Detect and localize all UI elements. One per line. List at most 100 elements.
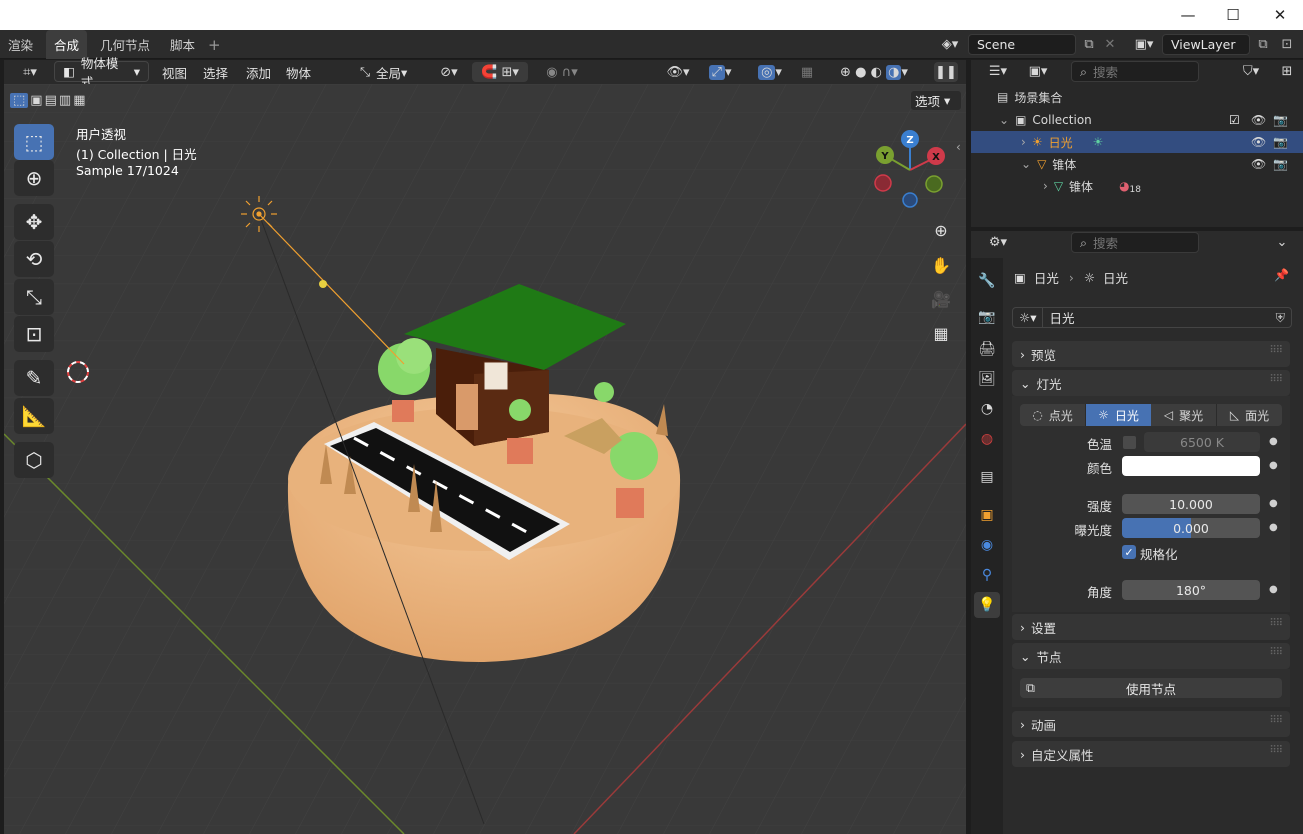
angle-field[interactable]: 180° (1122, 580, 1260, 600)
select-intersect-icon[interactable]: ▦ (73, 93, 85, 108)
panel-light[interactable]: ⌄ 灯光 ⠿⠿ (1012, 370, 1290, 396)
close-button[interactable]: ✕ (1257, 0, 1303, 30)
pan-hand-icon[interactable]: ✋ (926, 250, 956, 280)
proportional-edit-icon[interactable]: ◉ ∩▾ (534, 62, 590, 82)
object-tab-icon[interactable]: ▣ (974, 502, 1000, 528)
tab-scripting[interactable]: 脚本 (162, 30, 203, 59)
render-camera-icon[interactable]: 📷 (1273, 157, 1288, 171)
keyframe-dot-icon[interactable]: ● (1269, 436, 1278, 447)
menu-select[interactable]: 选择 (203, 60, 228, 84)
temperature-checkbox[interactable] (1123, 436, 1136, 449)
menu-object[interactable]: 物体 (286, 60, 311, 84)
select-new-icon[interactable]: ⬚ (10, 92, 29, 108)
sun-lamp-icon[interactable] (241, 196, 277, 232)
new-view-layer-icon[interactable]: ⧉ (1252, 34, 1274, 54)
outliner-row-cone[interactable]: ⌄ ▽ 锥体 👁 📷 (971, 153, 1303, 175)
outliner-search-field[interactable]: ⌕ 搜索 (1071, 61, 1199, 82)
material-shading-icon[interactable]: ◐ (871, 65, 882, 80)
display-mode-icon[interactable]: ▣▾ (1021, 61, 1055, 81)
render-camera-icon[interactable]: 📷 (1273, 135, 1288, 149)
view-layer-tab-icon[interactable]: 🖼 (974, 366, 1000, 392)
remove-scene-icon[interactable]: ✕ (1100, 34, 1120, 54)
ortho-toggle-icon[interactable]: ▦ (926, 318, 956, 348)
scene-selector-icon[interactable]: ◈▾ (934, 34, 966, 54)
world-tab-icon[interactable]: ◍ (974, 426, 1000, 452)
light-type-sun[interactable]: ☼ 日光 (1086, 404, 1151, 426)
outliner-row-cone-mesh[interactable]: › ▽ 锥体 ◕ 18 (971, 175, 1303, 197)
zoom-icon[interactable]: ⊕ (926, 215, 956, 245)
chevron-down-icon[interactable]: ⌄ (1021, 157, 1031, 171)
3d-viewport[interactable]: ⬚ ▣ ▤ ▥ ▦ 选项 ▾ ⬚ ⊕ ✥ ⟲ ⤡ ⊡ ✎ 📐 ⬡ 用户透视 (1) Co… (4, 84, 966, 834)
properties-options-icon[interactable]: ⌄ (1271, 232, 1293, 252)
maximize-button[interactable]: ☐ (1210, 0, 1256, 30)
visibility-eye-icon[interactable]: 👁 (1251, 157, 1266, 171)
panel-custom-properties[interactable]: › 自定义属性 ⠿⠿ (1012, 741, 1290, 767)
color-swatch[interactable] (1122, 456, 1260, 476)
light-type-point[interactable]: ◌ 点光 (1020, 404, 1086, 426)
drag-handle-icon[interactable]: ⠿⠿ (1269, 715, 1283, 726)
chevron-down-icon[interactable]: ⌄ (999, 113, 1009, 127)
new-collection-icon[interactable]: ⊞ (1275, 61, 1299, 81)
navigation-gizmo[interactable]: Z X Y (868, 128, 948, 214)
snap-toggle-icon[interactable]: 🧲 ⊞▾ (472, 62, 528, 82)
camera-view-icon[interactable]: 🎥 (926, 284, 956, 314)
rotate-tool[interactable]: ⟲ (14, 241, 54, 277)
drag-handle-icon[interactable]: ⠿⠿ (1269, 374, 1283, 385)
drag-handle-icon[interactable]: ⠿⠿ (1269, 745, 1283, 756)
tab-render[interactable]: 渲染 (0, 30, 41, 59)
select-subtract-icon[interactable]: ▤ (45, 93, 57, 108)
keyframe-dot-icon[interactable]: ● (1269, 522, 1278, 533)
strength-field[interactable]: 10.000 (1122, 494, 1260, 514)
light-datablock-field[interactable]: ☼▾ 日光 ⛨ (1012, 307, 1292, 328)
panel-preview[interactable]: › 预览 ⠿⠿ (1012, 341, 1290, 367)
properties-search-field[interactable]: ⌕ 搜索 (1071, 232, 1199, 253)
editor-type-icon[interactable]: ⌗▾ (12, 62, 48, 82)
light-data-icon[interactable]: ☀ (1093, 135, 1104, 149)
outliner-row-collection[interactable]: ⌄ ▣ Collection ☑ 👁 📷 (971, 109, 1303, 131)
shading-mode-icons[interactable]: ⊕ ● ◐ ◑ ▾ (824, 62, 924, 82)
exclude-checkbox-icon[interactable]: ☑ (1229, 113, 1240, 127)
gizmo-toggle-icon[interactable]: ⤢ ▾ (700, 62, 740, 82)
panel-nodes[interactable]: ⌄ 节点 ⠿⠿ (1012, 643, 1290, 669)
options-dropdown[interactable]: 选项 ▾ (910, 90, 962, 111)
scene-tab-icon[interactable]: ◔ (974, 396, 1000, 422)
select-box-tool[interactable]: ⬚ (14, 124, 54, 160)
drag-handle-icon[interactable]: ⠿⠿ (1269, 345, 1283, 356)
light-data-tab-icon[interactable]: 💡 (974, 592, 1000, 618)
drag-handle-icon[interactable]: ⠿⠿ (1269, 647, 1283, 658)
solid-shading-icon[interactable]: ● (855, 65, 866, 80)
output-tab-icon[interactable]: 🖨 (974, 336, 1000, 362)
panel-animation[interactable]: › 动画 ⠿⠿ (1012, 711, 1290, 737)
add-cube-tool[interactable]: ⬡ (14, 442, 54, 478)
outliner-row-scene-collection[interactable]: ▤ 场景集合 (971, 86, 1303, 108)
render-tab-icon[interactable]: 📷 (974, 304, 1000, 330)
view-layer-field[interactable]: ViewLayer (1162, 34, 1250, 55)
select-extend-icon[interactable]: ▣ (30, 93, 42, 108)
sidebar-toggle-icon[interactable]: ‹ (956, 140, 961, 154)
keyframe-dot-icon[interactable]: ● (1269, 460, 1278, 471)
add-workspace-button[interactable]: + (200, 30, 229, 59)
measure-tool[interactable]: 📐 (14, 398, 54, 434)
outliner-row-sun[interactable]: › ☀ 日光 ☀ 👁 📷 (971, 131, 1303, 153)
normalize-checkbox[interactable]: ✓ (1122, 545, 1136, 559)
transform-tool[interactable]: ⊡ (14, 316, 54, 352)
light-type-area[interactable]: ◺ 面光 (1217, 404, 1282, 426)
sun-target-handle[interactable] (319, 280, 327, 288)
minimize-button[interactable]: — (1165, 0, 1211, 30)
keyframe-dot-icon[interactable]: ● (1269, 498, 1278, 509)
mode-dropdown[interactable]: ◧ 物体模式 ▾ (54, 56, 149, 90)
chevron-right-icon[interactable]: › (1021, 135, 1026, 149)
menu-view[interactable]: 视图 (162, 60, 187, 84)
collection-tab-icon[interactable]: ▤ (974, 464, 1000, 490)
scale-tool[interactable]: ⤡ (14, 279, 54, 315)
temperature-field[interactable]: 6500 K (1144, 432, 1260, 452)
transform-orientation-dropdown[interactable]: ⤡ 全局 ▾ (360, 60, 407, 84)
light-type-spot[interactable]: ◁ 聚光 (1151, 404, 1217, 426)
visibility-eye-icon[interactable]: 👁 (1251, 113, 1266, 127)
select-invert-icon[interactable]: ▥ (59, 93, 71, 108)
wireframe-shading-icon[interactable]: ⊕ (840, 65, 851, 80)
render-camera-icon[interactable]: 📷 (1273, 113, 1288, 127)
view-layer-selector-icon[interactable]: ▣▾ (1128, 34, 1160, 54)
properties-editor-type-icon[interactable]: ⚙▾ (981, 232, 1015, 252)
material-icon[interactable]: ◕ (1119, 179, 1129, 193)
